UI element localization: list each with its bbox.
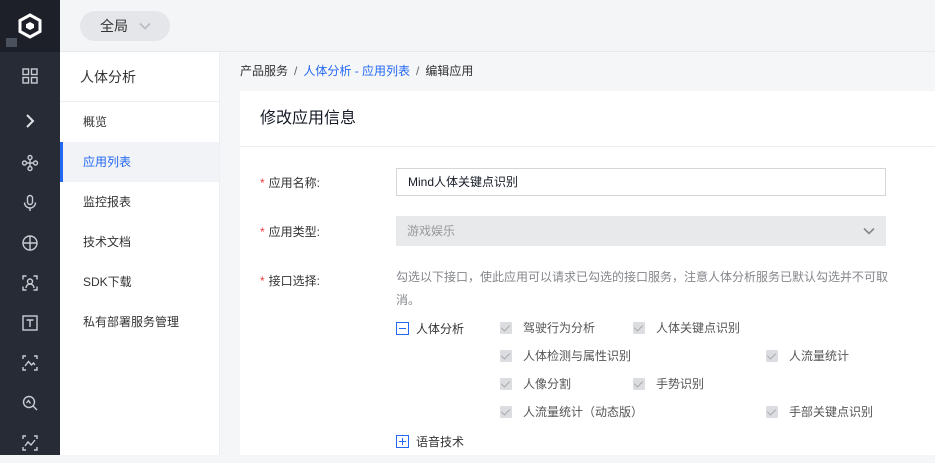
chevron-down-icon <box>863 227 875 235</box>
breadcrumb-current: 编辑应用 <box>425 64 474 78</box>
microphone-icon[interactable] <box>0 183 60 223</box>
edit-app-card: 修改应用信息 * 应用名称: Mind人体关键点识别 * 应用类型: 游戏娱乐 * 接… <box>240 91 935 455</box>
app-type-label-text: 应用类型: <box>268 225 321 239</box>
checkbox-label: 驾驶行为分析 <box>523 321 596 335</box>
checkbox-body-keypoints[interactable]: 人体关键点识别 <box>633 319 740 336</box>
required-mark: * <box>260 225 265 239</box>
checkbox-icon <box>766 349 778 362</box>
app-name-input[interactable]: Mind人体关键点识别 <box>396 168 886 196</box>
checkbox-label: 手部关键点识别 <box>789 405 874 419</box>
sidebar-item-app-list[interactable]: 应用列表 <box>60 142 219 182</box>
chevron-down-icon <box>139 22 151 30</box>
icon-rail <box>0 0 60 455</box>
checkbox-icon <box>633 377 645 390</box>
group-body-analysis-label: 人体分析 <box>416 322 465 336</box>
api-hint: 勾选以下接口，使此应用可以请求已勾选的接口服务，注意人体分析服务已默认勾选并不可… <box>396 270 889 307</box>
checkbox-gesture[interactable]: 手势识别 <box>633 375 704 392</box>
checkbox-portrait-segmentation[interactable]: 人像分割 <box>500 375 571 392</box>
required-mark: * <box>260 176 265 190</box>
checkbox-label: 人流量统计（动态版） <box>523 405 644 419</box>
breadcrumb: 产品服务 / 人体分析 - 应用列表 / 编辑应用 <box>240 62 473 79</box>
checkbox-label: 手势识别 <box>656 377 705 391</box>
app-type-label: * 应用类型: <box>260 223 320 240</box>
menu-toggle-icon[interactable] <box>6 38 17 47</box>
sidebar-item-private-deploy[interactable]: 私有部署服务管理 <box>60 302 219 342</box>
search-analysis-icon[interactable] <box>0 383 60 423</box>
checkbox-hand-keypoints[interactable]: 手部关键点识别 <box>766 403 873 420</box>
checkbox-label: 人体检测与属性识别 <box>523 349 632 363</box>
breadcrumb-parent[interactable]: 人体分析 - 应用列表 <box>303 64 410 78</box>
sidebar-item-sdk[interactable]: SDK下载 <box>60 262 219 302</box>
checkbox-body-attributes[interactable]: 人体检测与属性识别 <box>500 347 631 364</box>
scope-label: 全局 <box>100 18 128 34</box>
breadcrumb-separator: / <box>294 64 298 78</box>
breadcrumb-separator: / <box>416 64 420 78</box>
globe-icon[interactable] <box>0 223 60 263</box>
product-sidebar: 人体分析 概览 应用列表 监控报表 技术文档 SDK下载 私有部署服务管理 <box>60 52 220 455</box>
nodes-icon[interactable] <box>0 143 60 183</box>
group-speech-label: 语音技术 <box>416 435 465 449</box>
checkbox-crowd-count[interactable]: 人流量统计 <box>766 347 849 364</box>
checkbox-icon <box>500 405 512 418</box>
collapse-icon[interactable] <box>396 322 409 335</box>
top-bar: 全局 <box>60 0 935 52</box>
sidebar-item-docs[interactable]: 技术文档 <box>60 222 219 262</box>
image-analysis-icon[interactable] <box>0 343 60 383</box>
image-chart-icon[interactable] <box>0 423 60 463</box>
checkbox-icon <box>500 349 512 362</box>
page-title: 修改应用信息 <box>240 91 935 147</box>
app-name-label: * 应用名称: <box>260 174 320 191</box>
chevron-right-icon[interactable] <box>0 101 60 141</box>
face-scan-icon[interactable] <box>0 263 60 303</box>
sidebar-title: 人体分析 <box>60 52 219 102</box>
expand-icon[interactable] <box>396 435 409 448</box>
checkbox-icon <box>500 321 512 334</box>
required-mark: * <box>260 274 265 288</box>
scope-selector[interactable]: 全局 <box>80 11 170 41</box>
group-body-analysis[interactable]: 人体分析 <box>396 320 464 337</box>
api-select-label: * 接口选择: <box>260 272 320 289</box>
grid-icon[interactable] <box>0 56 60 96</box>
sidebar-item-overview[interactable]: 概览 <box>60 102 219 142</box>
breadcrumb-root[interactable]: 产品服务 <box>240 64 288 78</box>
checkbox-driver-behavior[interactable]: 驾驶行为分析 <box>500 319 595 336</box>
api-select-label-text: 接口选择: <box>268 274 321 288</box>
app-type-value: 游戏娱乐 <box>407 224 456 238</box>
checkbox-label: 人像分割 <box>523 377 572 391</box>
text-icon[interactable] <box>0 303 60 343</box>
checkbox-label: 人流量统计 <box>789 349 850 363</box>
app-type-select[interactable]: 游戏娱乐 <box>396 216 886 246</box>
checkbox-crowd-count-dynamic[interactable]: 人流量统计（动态版） <box>500 403 643 420</box>
checkbox-label: 人体关键点识别 <box>656 321 741 335</box>
group-speech[interactable]: 语音技术 <box>396 433 464 450</box>
sidebar-item-monitoring[interactable]: 监控报表 <box>60 182 219 222</box>
checkbox-icon <box>500 377 512 390</box>
app-name-label-text: 应用名称: <box>268 176 321 190</box>
checkbox-icon <box>633 321 645 334</box>
checkbox-icon <box>766 405 778 418</box>
